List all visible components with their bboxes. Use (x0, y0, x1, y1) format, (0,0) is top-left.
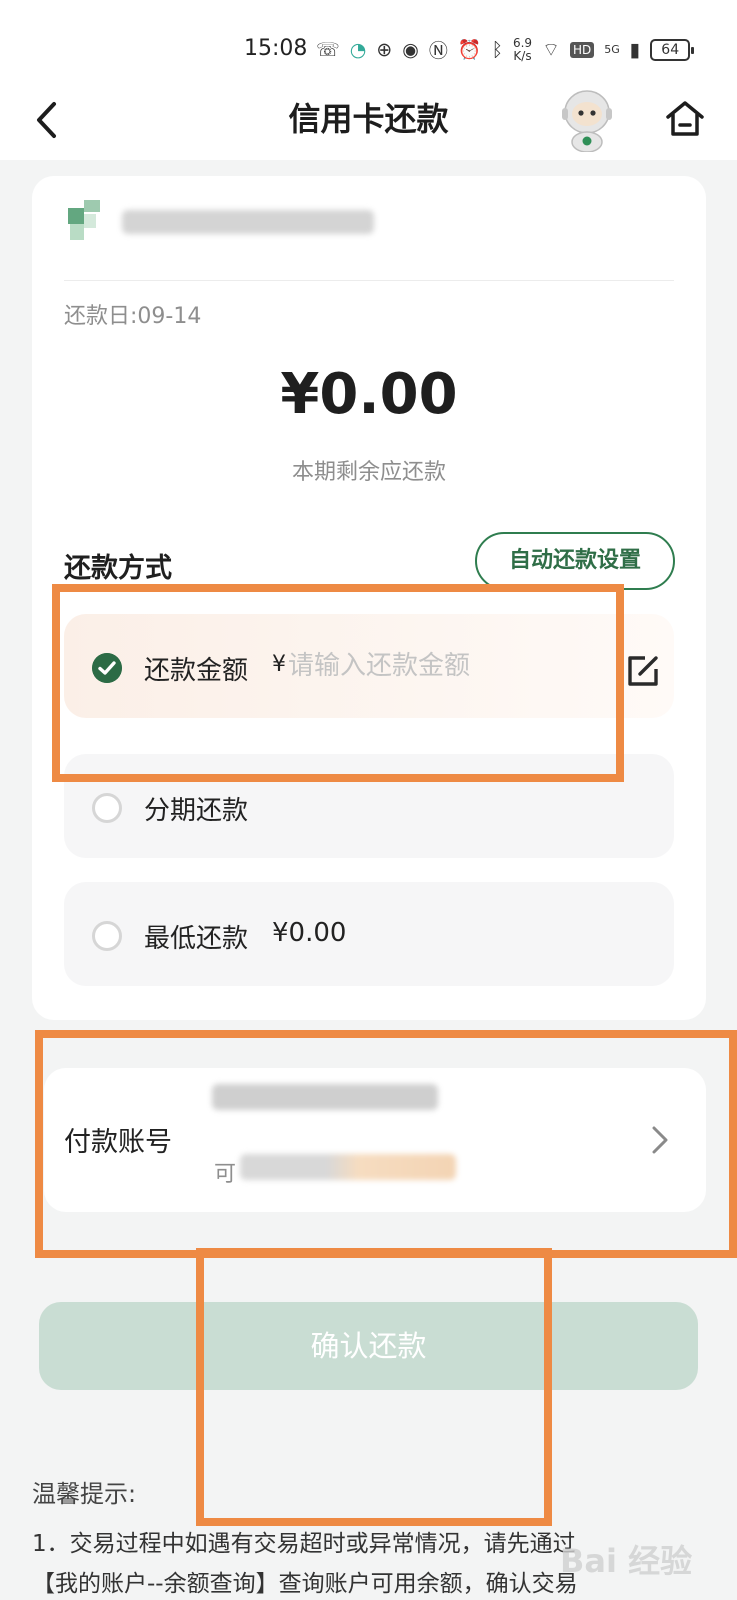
net-speed: 6.9 K/s (512, 35, 533, 63)
currency-symbol: ¥ (272, 652, 286, 677)
option-label: 还款金额 (144, 656, 249, 686)
option-label: 分期还款 (144, 796, 249, 826)
payment-account-selector[interactable]: 付款账号 可 (44, 1068, 706, 1212)
repay-amount-input[interactable] (288, 644, 608, 688)
edit-icon[interactable] (626, 652, 662, 688)
radio-unchecked-icon (92, 793, 122, 823)
available-balance-masked (240, 1154, 456, 1180)
tips-title: 温馨提示: (32, 1480, 137, 1508)
status-time: 15:08 (244, 36, 308, 61)
account-number-masked (212, 1084, 438, 1110)
chevron-left-icon[interactable] (30, 98, 64, 142)
page-title: 信用卡还款 (288, 100, 449, 138)
baidu-watermark-logo: Bai 经验 (560, 1542, 693, 1580)
astronaut-mascot-icon[interactable] (556, 86, 618, 152)
radio-unchecked-icon (92, 921, 122, 951)
minimum-repay-amount: ¥0.00 (272, 918, 347, 948)
repay-method-title: 还款方式 (64, 553, 172, 584)
net-speed-unit: K/s (513, 48, 532, 63)
eye-comfort-icon: ◉ (402, 38, 419, 61)
remaining-balance-label: 本期剩余应还款 (291, 460, 446, 485)
divider (64, 280, 674, 281)
signal-icon: ▮ (629, 38, 641, 61)
chevron-right-icon (652, 1126, 668, 1154)
alarm-icon: ⏰ (457, 39, 482, 61)
status-icons: ☏ ◔ ⊕ ◉ Ⓝ ⏰ ᛒ 6.9 K/s ⌔ HD 5G ▮ 64 (316, 35, 695, 63)
credit-card-panel: 还款日:09-14 ¥0.00 本期剩余应还款 还款方式 自动还款设置 还款金额… (32, 176, 706, 1020)
option-installment[interactable]: 分期还款 (64, 754, 674, 858)
data-saver-icon: ⊕ (376, 38, 393, 61)
option-minimum-repay[interactable]: 最低还款 ¥0.00 (64, 882, 674, 986)
nav-bar: 信用卡还款 (0, 86, 737, 160)
wifi-icon: ⌔ (542, 38, 560, 61)
tips-line: 1．交易过程中如遇有交易超时或异常情况，请先通过 (32, 1531, 576, 1557)
status-bar: 15:08 ☏ ◔ ⊕ ◉ Ⓝ ⏰ ᛒ 6.9 K/s ⌔ HD 5G ▮ 64 (0, 0, 737, 86)
card-number-masked (122, 210, 374, 234)
option-repay-amount[interactable]: 还款金额 ¥ (64, 614, 674, 718)
home-icon[interactable] (664, 98, 706, 140)
nfc-icon: Ⓝ (428, 40, 448, 62)
network-type: 5G (604, 43, 620, 56)
check-circle-icon (92, 653, 122, 683)
payment-account-label: 付款账号 (64, 1127, 172, 1158)
net-speed-value: 6.9 (512, 35, 533, 50)
bluetooth-icon: ᛒ (491, 38, 503, 61)
bank-logo-icon (68, 200, 100, 240)
auto-repay-settings-button[interactable]: 自动还款设置 (475, 532, 675, 590)
battery-indicator: 64 (650, 38, 695, 61)
available-balance-prefix: 可 (214, 1162, 237, 1187)
tips-line: 【我的账户--余额查询】查询账户可用余额，确认交易 (32, 1571, 578, 1597)
app-notification-icon: ◔ (349, 38, 367, 61)
remaining-balance: ¥0.00 (280, 362, 458, 427)
confirm-repay-button[interactable]: 确认还款 (39, 1302, 698, 1390)
option-label: 最低还款 (144, 924, 249, 954)
due-date: 还款日:09-14 (64, 304, 202, 329)
hd-badge: HD (569, 41, 595, 58)
missed-call-icon: ☏ (316, 38, 340, 61)
